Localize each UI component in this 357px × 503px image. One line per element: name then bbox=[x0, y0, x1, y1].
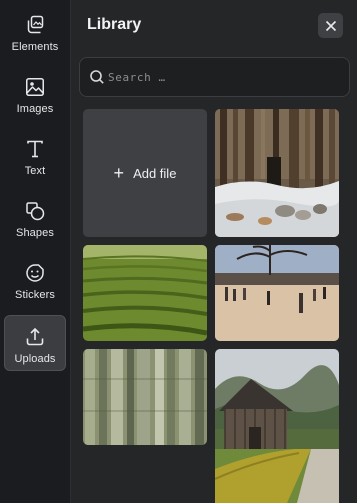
image-thumbnail-tea-field[interactable] bbox=[83, 245, 207, 341]
sticker-icon bbox=[24, 262, 46, 284]
sidebar-item-label: Elements bbox=[11, 41, 59, 53]
sidebar-item-elements[interactable]: Elements bbox=[4, 4, 66, 60]
search-input[interactable] bbox=[108, 66, 338, 88]
library-panel: Library + Add file bbox=[71, 0, 357, 503]
image-thumbnail-bamboo[interactable] bbox=[83, 349, 207, 445]
close-icon bbox=[325, 20, 336, 31]
add-file-button[interactable]: + Add file bbox=[83, 109, 207, 237]
image-icon bbox=[24, 76, 46, 98]
panel-title: Library bbox=[87, 16, 142, 33]
shapes-icon bbox=[24, 200, 46, 222]
plus-icon: + bbox=[113, 163, 125, 183]
sidebar-item-shapes[interactable]: Shapes bbox=[4, 190, 66, 246]
search-box bbox=[79, 57, 350, 97]
sidebar-item-label: Text bbox=[24, 165, 46, 177]
app: Elements Images Text Shapes Stickers Upl… bbox=[0, 0, 357, 503]
sidebar-item-label: Shapes bbox=[16, 227, 54, 239]
sidebar-item-uploads[interactable]: Uploads bbox=[4, 315, 66, 371]
elements-icon bbox=[24, 14, 46, 36]
upload-icon bbox=[24, 326, 46, 348]
sidebar: Elements Images Text Shapes Stickers Upl… bbox=[0, 0, 71, 503]
sidebar-item-label: Uploads bbox=[14, 353, 56, 365]
sidebar-item-text[interactable]: Text bbox=[4, 128, 66, 184]
close-button[interactable] bbox=[318, 13, 343, 38]
sidebar-item-label: Stickers bbox=[15, 289, 55, 301]
add-file-label: Add file bbox=[133, 165, 177, 181]
search-icon bbox=[90, 70, 104, 84]
image-thumbnail-frozen-lake[interactable] bbox=[215, 245, 339, 341]
sidebar-item-label: Images bbox=[16, 103, 54, 115]
image-thumbnail-barn[interactable] bbox=[215, 349, 339, 503]
text-icon bbox=[24, 138, 46, 160]
sidebar-item-stickers[interactable]: Stickers bbox=[4, 252, 66, 308]
sidebar-item-images[interactable]: Images bbox=[4, 66, 66, 122]
image-thumbnail-forest[interactable] bbox=[215, 109, 339, 237]
